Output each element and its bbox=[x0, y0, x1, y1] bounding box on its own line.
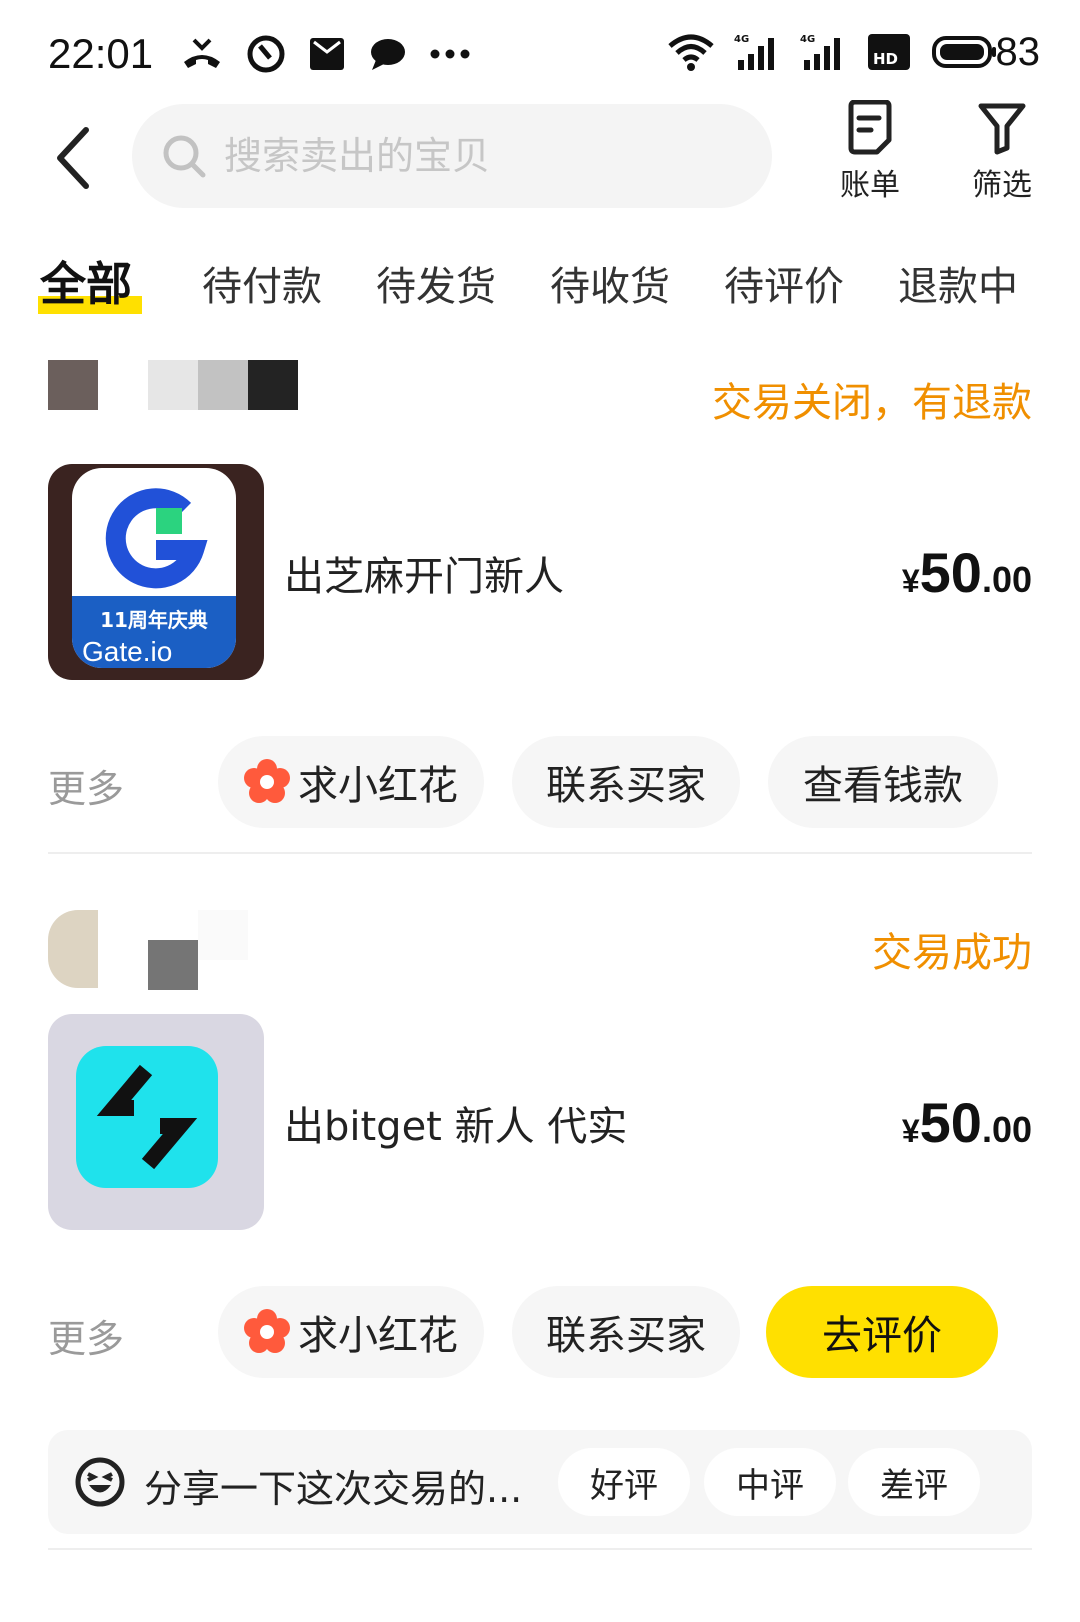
bill-button[interactable]: 账单 bbox=[820, 100, 920, 204]
more-dots-icon bbox=[430, 49, 470, 59]
tab-label: 全部 bbox=[40, 257, 132, 311]
tab-refunding[interactable]: 退款中 bbox=[898, 254, 1018, 312]
filter-icon bbox=[978, 103, 1026, 155]
missed-call-icon bbox=[184, 38, 220, 68]
order-status: 交易成功 bbox=[872, 930, 1032, 976]
item-title: 出bitget 新人 代实 bbox=[284, 1104, 628, 1150]
item-price: ¥50.00 bbox=[902, 1090, 1032, 1155]
more-button[interactable]: 更多 bbox=[48, 758, 124, 813]
rate-neutral-button[interactable]: 中评 bbox=[704, 1448, 836, 1516]
no-disturb-icon bbox=[247, 35, 285, 73]
request-flower-button[interactable]: 求小红花 bbox=[218, 1286, 484, 1378]
buyer-avatar-blurred bbox=[48, 910, 248, 990]
status-time: 22:01 bbox=[48, 30, 154, 77]
rate-bad-button[interactable]: 差评 bbox=[848, 1448, 980, 1516]
button-label: 联系买家 bbox=[546, 763, 706, 809]
button-label: 好评 bbox=[590, 1465, 658, 1506]
review-prompt-text: 分享一下这次交易的... bbox=[144, 1467, 523, 1511]
contact-buyer-button[interactable]: 联系买家 bbox=[512, 736, 740, 828]
button-label: 求小红花 bbox=[298, 763, 458, 809]
bill-label: 账单 bbox=[840, 168, 900, 203]
price-decimal: .00 bbox=[981, 1109, 1032, 1150]
filter-label: 筛选 bbox=[972, 168, 1032, 203]
tab-pending-receipt[interactable]: 待收货 bbox=[550, 254, 670, 312]
order-header: 交易关闭，有退款 bbox=[48, 360, 1032, 440]
button-label: 求小红花 bbox=[298, 1313, 458, 1359]
search-bar[interactable] bbox=[132, 104, 772, 208]
price-decimal: .00 bbox=[981, 559, 1032, 600]
item-thumbnail: 11周年庆典 Gate.io bbox=[48, 464, 264, 680]
contact-buyer-button[interactable]: 联系买家 bbox=[512, 1286, 740, 1378]
tab-label: 待收货 bbox=[550, 264, 670, 310]
laughing-face-icon bbox=[75, 1457, 125, 1507]
search-input[interactable] bbox=[224, 134, 744, 178]
item-title: 出芝麻开门新人 bbox=[284, 554, 564, 600]
tab-pending-review[interactable]: 待评价 bbox=[724, 254, 844, 312]
item-price: ¥50.00 bbox=[902, 540, 1032, 605]
request-flower-button[interactable]: 求小红花 bbox=[218, 736, 484, 828]
svg-text:HD: HD bbox=[873, 50, 898, 68]
flower-icon bbox=[244, 1309, 290, 1353]
signal-4g-icon: 4G bbox=[734, 34, 774, 70]
leave-review-button[interactable]: 去评价 bbox=[766, 1286, 998, 1378]
rate-good-button[interactable]: 好评 bbox=[558, 1448, 690, 1516]
wifi-icon bbox=[668, 34, 714, 71]
price-currency: ¥ bbox=[901, 563, 920, 599]
button-label: 查看钱款 bbox=[803, 763, 963, 809]
buyer-avatar-blurred bbox=[48, 360, 298, 410]
order-actions: 更多 求小红花 联系买家 查看钱款 bbox=[48, 732, 1032, 832]
price-integer: 50 bbox=[919, 541, 982, 604]
battery-icon bbox=[932, 36, 996, 68]
bill-icon bbox=[848, 100, 892, 155]
button-label: 联系买家 bbox=[546, 1313, 706, 1359]
tab-all[interactable]: 全部 bbox=[40, 248, 132, 314]
order-actions: 更多 求小红花 联系买家 去评价 bbox=[48, 1282, 1032, 1382]
tab-label: 待发货 bbox=[376, 264, 496, 310]
order-card[interactable]: 交易关闭，有退款 11周年庆典 Gate.io 出芝麻开门新人 ¥50.00 更… bbox=[48, 360, 1032, 832]
tab-label: 待评价 bbox=[724, 264, 844, 310]
review-prompt-box[interactable]: 分享一下这次交易的... 好评 中评 差评 bbox=[48, 1430, 1032, 1534]
svg-text:4G: 4G bbox=[734, 34, 749, 45]
chat-bubble-icon bbox=[371, 39, 405, 70]
status-bar: 22:01 4G 4G HD 83 bbox=[0, 0, 1080, 110]
thumbnail-brand: Gate.io bbox=[82, 636, 173, 667]
svg-text:4G: 4G bbox=[800, 34, 815, 45]
more-button[interactable]: 更多 bbox=[48, 1308, 124, 1363]
signal-4g-icon: 4G bbox=[800, 34, 840, 70]
mail-icon bbox=[310, 38, 344, 70]
gate-logo-icon bbox=[105, 488, 208, 589]
order-item[interactable]: 11周年庆典 Gate.io 出芝麻开门新人 ¥50.00 bbox=[48, 464, 1032, 684]
button-label: 差评 bbox=[880, 1465, 948, 1506]
tab-label: 待付款 bbox=[202, 264, 322, 310]
tab-pending-shipment[interactable]: 待发货 bbox=[376, 254, 496, 312]
item-thumbnail bbox=[48, 1014, 264, 1230]
tab-label: 退款中 bbox=[898, 264, 1018, 310]
flower-icon bbox=[244, 759, 290, 803]
order-tabs: 全部 待付款 待发货 待收货 待评价 退款中 bbox=[0, 240, 1080, 320]
order-status: 交易关闭，有退款 bbox=[712, 380, 1032, 426]
price-integer: 50 bbox=[919, 1091, 982, 1154]
order-item[interactable]: 出bitget 新人 代实 ¥50.00 bbox=[48, 1014, 1032, 1234]
button-label: 中评 bbox=[736, 1465, 804, 1506]
button-label: 去评价 bbox=[822, 1313, 942, 1359]
order-card[interactable]: 交易成功 出bitget 新人 代实 ¥50.00 更多 求小红花 联系买家 去… bbox=[48, 910, 1032, 1382]
tab-pending-payment[interactable]: 待付款 bbox=[202, 254, 322, 312]
back-button[interactable] bbox=[48, 118, 108, 198]
bitget-logo-icon bbox=[96, 1064, 198, 1170]
hd-icon: HD bbox=[868, 34, 910, 70]
chevron-left-icon bbox=[57, 127, 89, 189]
order-header: 交易成功 bbox=[48, 910, 1032, 990]
status-icons-right: 4G 4G HD bbox=[668, 32, 998, 72]
view-funds-button[interactable]: 查看钱款 bbox=[768, 736, 998, 828]
price-currency: ¥ bbox=[901, 1113, 920, 1149]
battery-level: 83 bbox=[995, 30, 1041, 74]
order-divider bbox=[48, 852, 1032, 854]
thumbnail-caption: 11周年庆典 bbox=[100, 608, 208, 632]
status-icons-left bbox=[180, 34, 470, 74]
order-divider bbox=[48, 1548, 1032, 1550]
search-icon bbox=[163, 135, 206, 178]
filter-button[interactable]: 筛选 bbox=[952, 100, 1052, 204]
